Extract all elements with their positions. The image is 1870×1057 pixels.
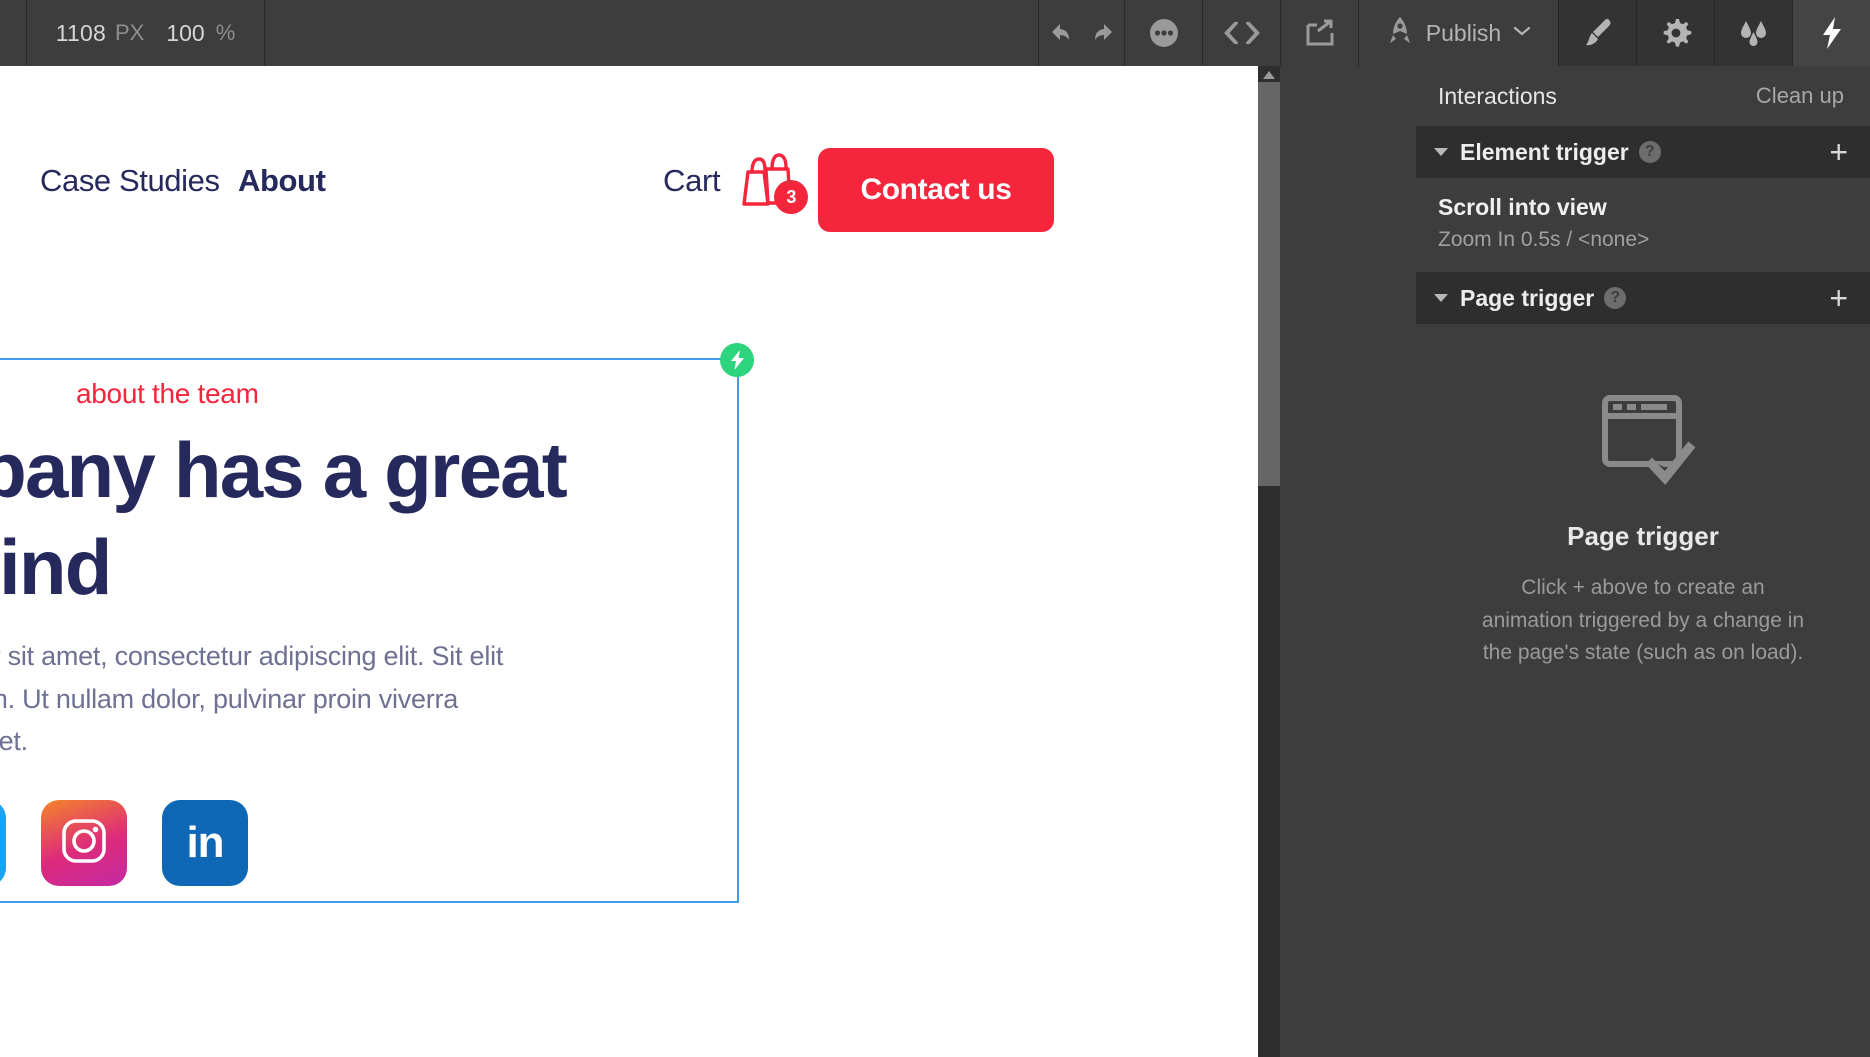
hero-eyebrow: about the team [76,378,259,410]
water-drops-icon[interactable] [1736,18,1772,48]
element-trigger-title: Element trigger [1460,139,1629,166]
interaction-indicator-badge[interactable] [720,343,754,377]
interactions-panel-button[interactable] [1792,0,1870,66]
canvas-gutter [1280,66,1416,1057]
webflow-designer: 1108 PX 100 % [0,0,1870,1057]
share-export-icon[interactable] [1305,19,1335,47]
rocket-icon [1386,16,1414,51]
page-trigger-section-header: Page trigger ? + [1416,272,1870,324]
settings-panel-button[interactable] [1636,0,1714,66]
nav-link-case-studies[interactable]: Case Studies [40,163,220,199]
undo-arrow-icon[interactable] [1050,20,1080,46]
more-options-button[interactable] [1124,0,1202,66]
social-link-linkedin[interactable]: in [162,800,248,886]
page-trigger-empty-state: Page trigger Click + above to create an … [1416,324,1870,670]
chevron-down-icon[interactable] [1513,24,1531,42]
panel-title: Interactions [1438,83,1557,110]
zoom-level-unit: % [216,20,236,46]
canvas-width-value[interactable]: 1108 [56,20,106,47]
toolbar-left-spacer [0,0,27,66]
add-page-trigger-button[interactable]: + [1829,282,1848,314]
collapse-caret-icon[interactable] [1434,294,1448,302]
nav-link-about[interactable]: About [238,163,326,199]
style-manager-button[interactable] [1714,0,1792,66]
toolbar-middle-space [265,0,1038,66]
help-icon[interactable]: ? [1604,287,1626,309]
canvas-width-unit: PX [115,20,144,46]
hero-paragraph: Lorem ipsum dolor sit amet, consectetur … [0,635,541,763]
top-toolbar: 1108 PX 100 % [0,0,1870,66]
contact-us-button[interactable]: Contact us [818,148,1054,232]
redo-arrow-icon[interactable] [1084,20,1114,46]
add-element-trigger-button[interactable]: + [1829,136,1848,168]
paintbrush-icon[interactable] [1581,17,1615,49]
page-trigger-title: Page trigger [1460,285,1594,312]
canvas-size-zoom-group[interactable]: 1108 PX 100 % [27,0,265,66]
code-brackets-icon[interactable] [1224,20,1260,46]
interactions-panel: Interactions Clean up Element trigger ? … [1416,66,1870,1057]
style-panel-button[interactable] [1558,0,1636,66]
gear-icon[interactable] [1660,17,1692,49]
linkedin-icon: in [186,818,223,868]
cart-link[interactable]: Cart 3 [663,150,802,212]
export-button[interactable] [1280,0,1358,66]
zoom-level-value[interactable]: 100 [166,20,204,47]
lightning-bolt-icon[interactable] [1819,16,1845,50]
cart-count-badge: 3 [774,180,808,214]
empty-state-title: Page trigger [1567,521,1719,552]
shopping-bags-icon[interactable]: 3 [738,150,802,212]
clean-up-button[interactable]: Clean up [1756,83,1844,109]
design-canvas[interactable]: Case Studies About Cart 3 Contact [0,66,1258,1057]
collapse-caret-icon[interactable] [1434,148,1448,156]
browser-window-check-icon [1590,390,1696,495]
publish-label: Publish [1426,20,1501,47]
social-link-twitter[interactable] [0,800,6,886]
social-link-instagram[interactable] [41,800,127,886]
canvas-scrollbar-thumb[interactable] [1258,82,1280,486]
undo-redo-button[interactable] [1038,0,1124,66]
more-ellipsis-icon[interactable] [1148,17,1180,49]
trigger-name: Scroll into view [1438,194,1848,221]
panel-switcher-group [1558,0,1870,66]
site-navbar: Case Studies About Cart 3 Contact [0,126,1258,236]
help-icon[interactable]: ? [1639,141,1661,163]
interactions-panel-header: Interactions Clean up [1416,66,1870,126]
instagram-icon [61,818,107,869]
publish-button[interactable]: Publish [1358,0,1558,66]
canvas-scrollbar[interactable] [1258,66,1280,1057]
trigger-detail: Zoom In 0.5s / <none> [1438,228,1848,252]
element-trigger-item[interactable]: Scroll into view Zoom In 0.5s / <none> [1416,178,1870,272]
hero-selection-box[interactable]: about the team Our company has a great t… [0,358,739,903]
empty-state-description: Click + above to create an animation tri… [1478,572,1808,670]
hero-heading: Our company has a great team behind [0,422,741,615]
scroll-up-arrow-icon[interactable] [1258,68,1280,82]
code-view-button[interactable] [1202,0,1280,66]
cart-label: Cart [663,163,720,199]
social-links-row: f in [0,800,248,886]
site-preview: Case Studies About Cart 3 Contact [0,66,1258,1057]
element-trigger-section-header: Element trigger ? + [1416,126,1870,178]
